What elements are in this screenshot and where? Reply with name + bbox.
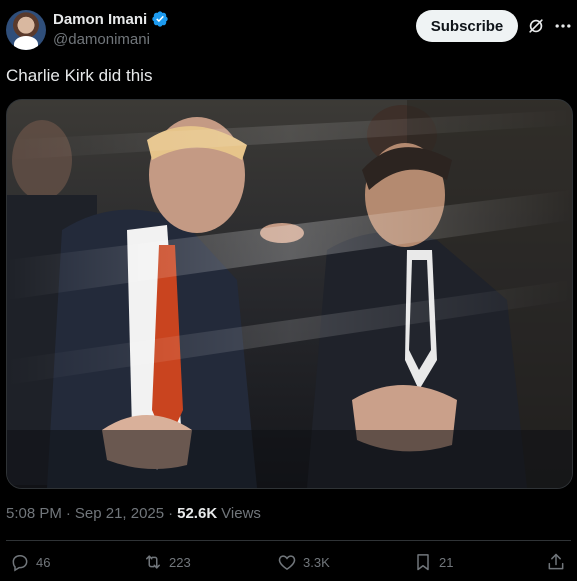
author-name-row[interactable]: Damon Imani <box>53 10 169 28</box>
more-icon[interactable] <box>553 16 573 36</box>
divider <box>6 540 571 541</box>
author-display-name[interactable]: Damon Imani <box>53 11 147 28</box>
like-count: 3.3K <box>303 554 330 570</box>
like-button[interactable]: 3.3K <box>277 552 330 572</box>
avatar[interactable] <box>6 10 46 50</box>
action-bar: 46 223 3.3K 21 <box>0 548 577 580</box>
post-text: Charlie Kirk did this <box>6 66 153 85</box>
views-count: 52.6K <box>177 505 218 522</box>
post-media-photo[interactable] <box>6 99 573 489</box>
reply-button[interactable]: 46 <box>10 552 50 572</box>
meta-separator: · <box>168 505 174 522</box>
grok-icon[interactable] <box>526 16 546 36</box>
repost-icon <box>146 555 160 569</box>
meta-separator: · <box>65 505 71 522</box>
reply-icon <box>12 555 28 572</box>
verified-badge-icon <box>152 11 168 27</box>
heart-icon <box>278 555 296 570</box>
bookmark-icon <box>417 554 429 571</box>
post-date[interactable]: Sep 21, 2025 <box>75 505 164 522</box>
repost-button[interactable]: 223 <box>143 552 191 572</box>
author-handle[interactable]: @damonimani <box>53 31 150 48</box>
subscribe-button[interactable]: Subscribe <box>416 10 518 42</box>
post-meta: 5:08 PM · Sep 21, 2025 · 52.6K Views <box>6 505 261 522</box>
views-label: Views <box>221 505 261 522</box>
repost-count: 223 <box>169 554 191 570</box>
bookmark-count: 21 <box>439 554 454 570</box>
post-header: Damon Imani @damonimani Subscribe <box>0 0 577 60</box>
bookmark-button[interactable]: 21 <box>413 552 453 572</box>
photo-content <box>7 100 572 488</box>
share-icon[interactable] <box>546 552 566 572</box>
post-time[interactable]: 5:08 PM <box>6 505 62 522</box>
reply-count: 46 <box>36 554 51 570</box>
